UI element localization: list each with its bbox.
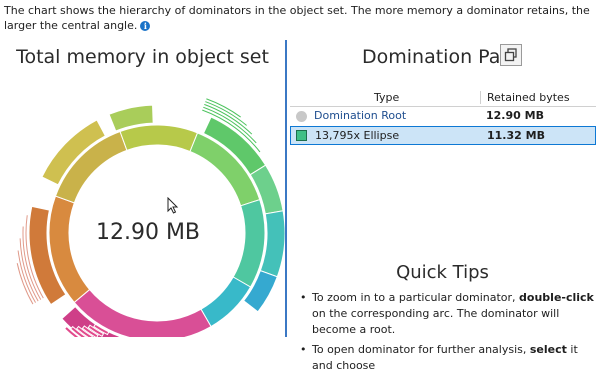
info-icon[interactable]: i xyxy=(140,21,151,31)
table-row-ellipse[interactable]: 13,795x Ellipse 11.32 MB xyxy=(290,126,596,145)
column-header-retained-bytes[interactable]: Retained bytes xyxy=(480,91,570,104)
green-box-icon xyxy=(296,130,307,141)
left-panel-title: Total memory in object set xyxy=(16,46,269,68)
center-total-memory: 12.90 MB xyxy=(95,220,201,245)
mouse-cursor-icon xyxy=(167,197,179,214)
sunburst-arc[interactable] xyxy=(200,276,252,328)
sunburst-chart[interactable] xyxy=(0,78,285,337)
intro-text: The chart shows the hierarchy of dominat… xyxy=(4,4,590,32)
domination-path-table: Type Retained bytes Domination Root 12.9… xyxy=(290,90,596,145)
tip-text: To zoom in to a particular dominator, xyxy=(312,291,520,304)
intro-description: The chart shows the hierarchy of dominat… xyxy=(4,3,594,33)
quick-tips-title: Quick Tips xyxy=(396,262,489,283)
copy-icon xyxy=(504,48,517,62)
sunburst-arc[interactable] xyxy=(119,124,199,153)
column-header-type[interactable]: Type xyxy=(374,91,399,104)
tip-emphasis: double-click xyxy=(519,291,594,304)
tip-text: on the corresponding arc. The dominator … xyxy=(312,307,560,336)
table-row-domination-root[interactable]: Domination Root 12.90 MB xyxy=(290,107,596,126)
quick-tips-list: To zoom in to a particular dominator, do… xyxy=(300,290,596,378)
tip-text: To open dominator for further analysis, xyxy=(312,343,530,356)
copy-button[interactable] xyxy=(500,44,522,66)
panel-divider xyxy=(285,40,287,337)
gray-circle-icon xyxy=(296,111,307,122)
tip-emphasis: select xyxy=(529,343,567,356)
tip-open: To open dominator for further analysis, … xyxy=(300,342,596,374)
row-type-name: 13,795x Ellipse xyxy=(315,129,400,142)
row-retained-bytes: 12.90 MB xyxy=(486,109,544,122)
row-type-name: Domination Root xyxy=(314,109,407,122)
tip-zoom: To zoom in to a particular dominator, do… xyxy=(300,290,596,338)
table-header: Type Retained bytes xyxy=(290,90,596,107)
domination-path-title: Domination Path xyxy=(362,46,520,68)
row-retained-bytes: 11.32 MB xyxy=(487,129,545,142)
